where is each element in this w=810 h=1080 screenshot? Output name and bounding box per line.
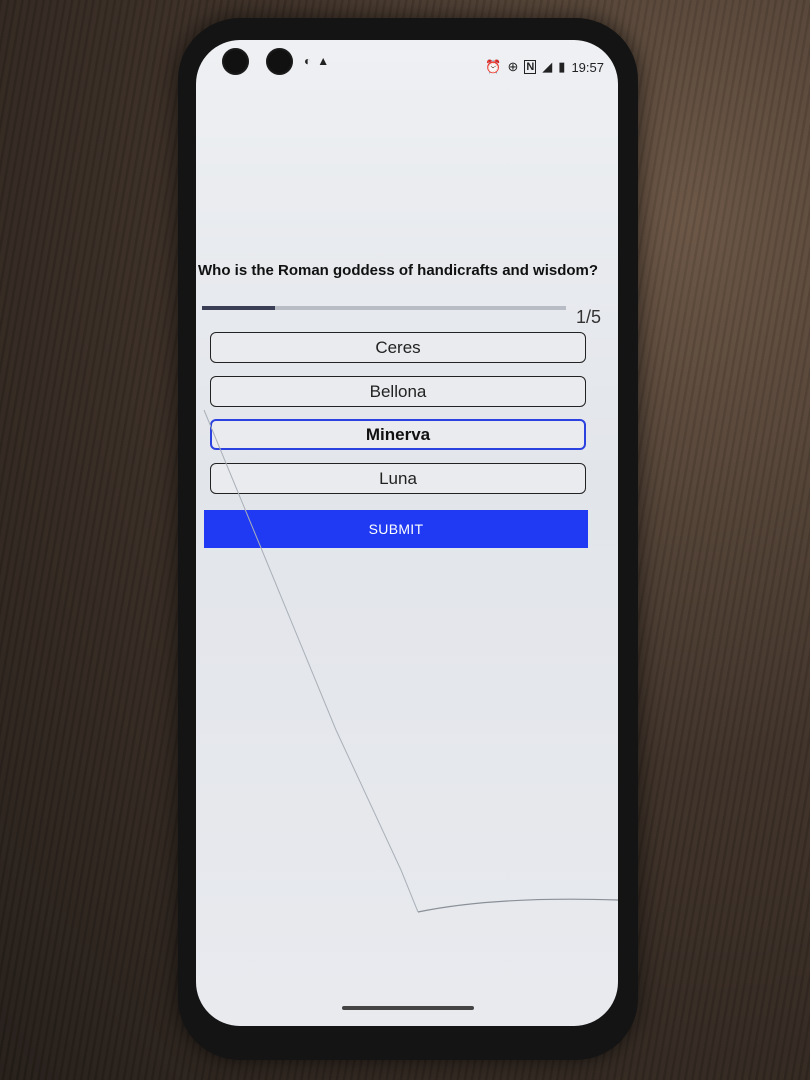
front-camera-left bbox=[222, 48, 249, 75]
status-bar-left: ◐ ▲ bbox=[304, 54, 329, 68]
nfc-icon: N bbox=[524, 60, 537, 74]
answer-option-bellona[interactable]: Bellona bbox=[210, 376, 586, 407]
submit-button[interactable]: SUBMIT bbox=[204, 510, 588, 548]
home-indicator[interactable] bbox=[342, 1006, 474, 1010]
answer-option-luna[interactable]: Luna bbox=[210, 463, 586, 494]
sync-icon: ⊕ bbox=[507, 59, 519, 74]
quiz-progress-bar bbox=[202, 306, 566, 310]
status-time: 19:57 bbox=[571, 59, 604, 75]
status-bar-right: ⏰ ⊕ N ◢ ▮ 19:57 bbox=[485, 59, 604, 75]
answer-option-minerva[interactable]: Minerva bbox=[210, 419, 586, 450]
warning-icon: ▲ bbox=[317, 54, 330, 68]
quiz-progress-fill bbox=[202, 306, 275, 310]
front-camera-right bbox=[266, 48, 293, 75]
notification-icon: ◐ bbox=[304, 54, 312, 68]
signal-icon: ◢ bbox=[542, 59, 553, 74]
answer-option-ceres[interactable]: Ceres bbox=[210, 332, 586, 363]
quiz-progress-text: 1/5 bbox=[576, 307, 602, 327]
battery-icon: ▮ bbox=[558, 59, 566, 74]
phone-screen: ◐ ▲ ⏰ ⊕ N ◢ ▮ 19:57 Who is the Roman god… bbox=[196, 40, 618, 1026]
alarm-icon: ⏰ bbox=[485, 59, 502, 74]
quiz-question: Who is the Roman goddess of handicrafts … bbox=[198, 262, 599, 279]
phone-device: ◐ ▲ ⏰ ⊕ N ◢ ▮ 19:57 Who is the Roman god… bbox=[178, 18, 638, 1060]
